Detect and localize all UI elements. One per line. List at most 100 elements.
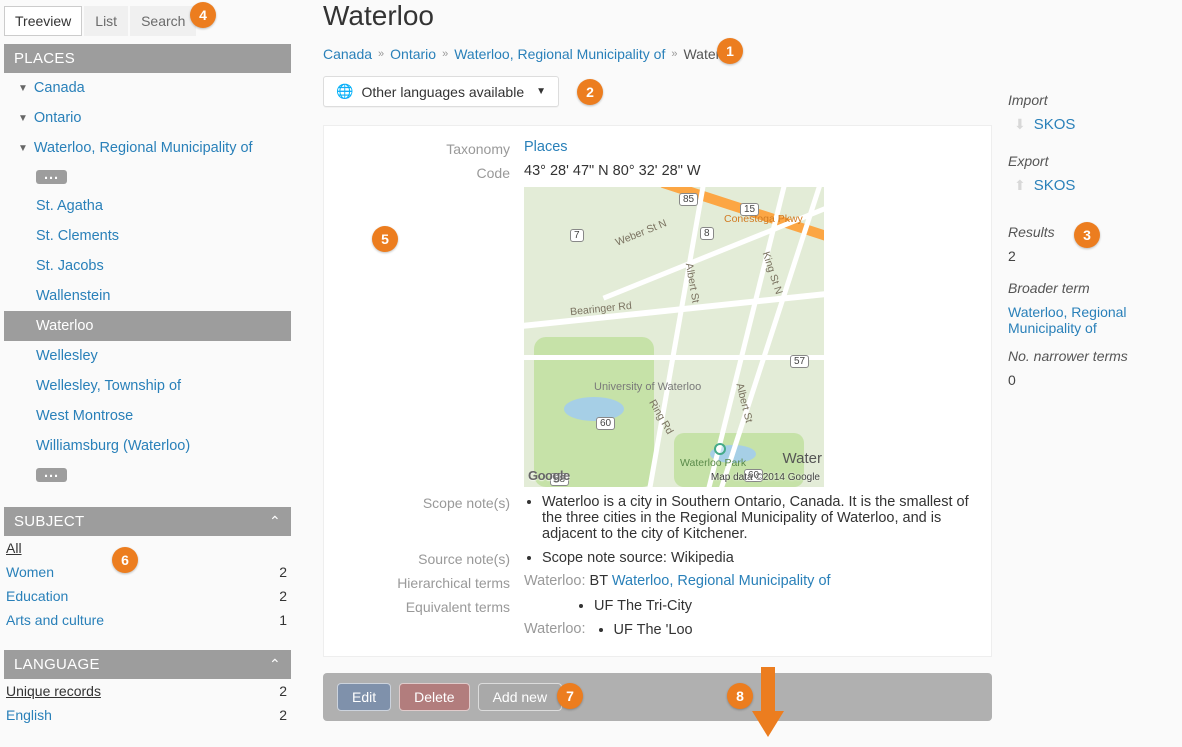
- breadcrumb-ontario[interactable]: Ontario: [390, 46, 436, 62]
- ellipsis-icon: ...: [36, 468, 67, 482]
- map-label-uw: University of Waterloo: [594, 381, 701, 393]
- import-skos-link[interactable]: ⬇ SKOS: [1008, 114, 1170, 143]
- hier-link[interactable]: Waterloo, Regional Municipality of: [612, 573, 831, 589]
- delete-button[interactable]: Delete: [399, 683, 469, 711]
- tree-item-st-jacobs[interactable]: St. Jacobs: [4, 251, 291, 281]
- tree-item-west-montrose[interactable]: West Montrose: [4, 401, 291, 431]
- map-google-logo: Google: [528, 468, 570, 483]
- download-icon: ⬇: [1014, 116, 1026, 133]
- tree-item-ontario[interactable]: ▼Ontario: [4, 103, 291, 133]
- annotation-marker-5: 5: [372, 226, 398, 252]
- breadcrumb-waterloo-rm[interactable]: Waterloo, Regional Municipality of: [454, 46, 665, 62]
- places-panel-header: PLACES: [4, 44, 291, 73]
- language-row-english[interactable]: English 2: [4, 703, 291, 727]
- tree-item-label: Waterloo: [36, 318, 93, 334]
- export-heading: Export: [1008, 149, 1170, 175]
- tab-list[interactable]: List: [84, 6, 128, 36]
- facet-count: 1: [279, 612, 287, 628]
- field-value-code: 43° 28' 47" N 80° 32' 28" W: [524, 163, 973, 179]
- tree-item-label: St. Agatha: [36, 198, 103, 214]
- field-label-hierarchical: Hierarchical terms: [334, 573, 524, 591]
- annotation-marker-7: 7: [557, 683, 583, 709]
- map-shield-60a: 60: [596, 417, 615, 430]
- tab-treeview[interactable]: Treeview: [4, 6, 82, 36]
- breadcrumb-canada[interactable]: Canada: [323, 46, 372, 62]
- annotation-marker-8: 8: [727, 683, 753, 709]
- breadcrumb-sep-icon: »: [378, 48, 384, 60]
- ellipsis-icon: ...: [36, 170, 67, 184]
- field-label-taxonomy: Taxonomy: [334, 139, 524, 157]
- tree-item-st-clements[interactable]: St. Clements: [4, 221, 291, 251]
- tree-item-label: Ontario: [34, 110, 82, 126]
- narrower-terms-count: 0: [1008, 370, 1170, 394]
- import-skos-label: SKOS: [1034, 116, 1076, 133]
- map-shield-8: 8: [700, 227, 714, 240]
- tree-item-wellesley-twp[interactable]: Wellesley, Township of: [4, 371, 291, 401]
- tree-item-label: Wallenstein: [36, 288, 110, 304]
- field-label-scope-notes: Scope note(s): [334, 493, 524, 511]
- equiv-term-item: UF The Tri-City: [594, 597, 973, 615]
- scope-note-item: Waterloo is a city in Southern Ontario, …: [542, 493, 973, 543]
- map-attribution: Map data ©2014 Google: [711, 472, 820, 483]
- tree-item-label: Canada: [34, 80, 85, 96]
- annotation-marker-6: 6: [112, 547, 138, 573]
- breadcrumb-sep-icon: »: [671, 48, 677, 60]
- tree-item-more-below[interactable]: ...: [4, 461, 291, 489]
- results-count: 2: [1008, 246, 1170, 270]
- subject-all-row[interactable]: All: [4, 536, 291, 560]
- map-label-conestoga: Conestoga Pkwy: [724, 213, 803, 225]
- tree-item-waterloo-rm[interactable]: ▼Waterloo, Regional Municipality of: [4, 133, 291, 163]
- tab-search[interactable]: Search: [130, 6, 196, 36]
- taxonomy-link[interactable]: Places: [524, 139, 568, 155]
- field-label-source-notes: Source note(s): [334, 549, 524, 567]
- chevron-up-icon: ⌃: [269, 656, 281, 673]
- subject-all-label: All: [6, 540, 22, 556]
- export-skos-label: SKOS: [1034, 177, 1076, 194]
- subject-row-arts[interactable]: Arts and culture 1: [4, 608, 291, 632]
- map-label-waterloo-park: Waterloo Park: [680, 457, 746, 469]
- other-languages-label: Other languages available: [361, 84, 524, 100]
- tree-item-williamsburg[interactable]: Williamsburg (Waterloo): [4, 431, 291, 461]
- tree-item-st-agatha[interactable]: St. Agatha: [4, 191, 291, 221]
- facet-label: Arts and culture: [6, 612, 104, 628]
- facet-count: 2: [279, 588, 287, 604]
- broader-term-link[interactable]: Waterloo, Regional Municipality of: [1008, 302, 1170, 338]
- export-skos-link[interactable]: ⬆ SKOS: [1008, 175, 1170, 204]
- annotation-marker-1: 1: [717, 38, 743, 64]
- page-title: Waterloo: [323, 0, 992, 32]
- subject-row-education[interactable]: Education 2: [4, 584, 291, 608]
- add-new-button[interactable]: Add new: [478, 683, 562, 711]
- facet-count: 2: [279, 707, 287, 723]
- facet-count: 2: [279, 564, 287, 580]
- other-languages-button[interactable]: 🌐 Other languages available ▼: [323, 76, 559, 107]
- tree-item-more-above[interactable]: ...: [4, 163, 291, 191]
- subject-row-women[interactable]: Women 2: [4, 560, 291, 584]
- source-note-item: Scope note source: Wikipedia: [542, 549, 973, 567]
- equiv-term-item: UF The 'Loo: [614, 621, 693, 639]
- subject-facet-label: SUBJECT: [14, 513, 84, 530]
- map-viewport[interactable]: 85 15 8 7 57 58 60 60 Conestoga Pkwy Web…: [524, 187, 824, 487]
- map-shield-57: 57: [790, 355, 809, 368]
- subject-facet-header[interactable]: SUBJECT ⌃: [4, 507, 291, 536]
- chevron-up-icon: ⌃: [269, 513, 281, 530]
- tree-item-canada[interactable]: ▼Canada: [4, 73, 291, 103]
- annotation-marker-3: 3: [1074, 222, 1100, 248]
- annotation-marker-4: 4: [190, 2, 216, 28]
- breadcrumb-sep-icon: »: [442, 48, 448, 60]
- tree-item-wallenstein[interactable]: Wallenstein: [4, 281, 291, 311]
- tree-item-waterloo[interactable]: Waterloo: [4, 311, 291, 341]
- broader-term-heading: Broader term: [1008, 276, 1170, 302]
- language-facet-label: LANGUAGE: [14, 656, 100, 673]
- language-row-unique[interactable]: Unique records 2: [4, 679, 291, 703]
- edit-button[interactable]: Edit: [337, 683, 391, 711]
- language-facet-header[interactable]: LANGUAGE ⌃: [4, 650, 291, 679]
- tree-item-label: St. Jacobs: [36, 258, 104, 274]
- tree-item-wellesley[interactable]: Wellesley: [4, 341, 291, 371]
- caret-down-icon: ▼: [536, 86, 546, 97]
- field-label-equivalent: Equivalent terms: [334, 597, 524, 615]
- tree-item-label: West Montrose: [36, 408, 133, 424]
- facet-label: Unique records: [6, 683, 101, 699]
- hier-prefix: Waterloo:: [524, 573, 586, 589]
- map-pin-icon: [714, 443, 726, 455]
- field-label-code: Code: [334, 163, 524, 181]
